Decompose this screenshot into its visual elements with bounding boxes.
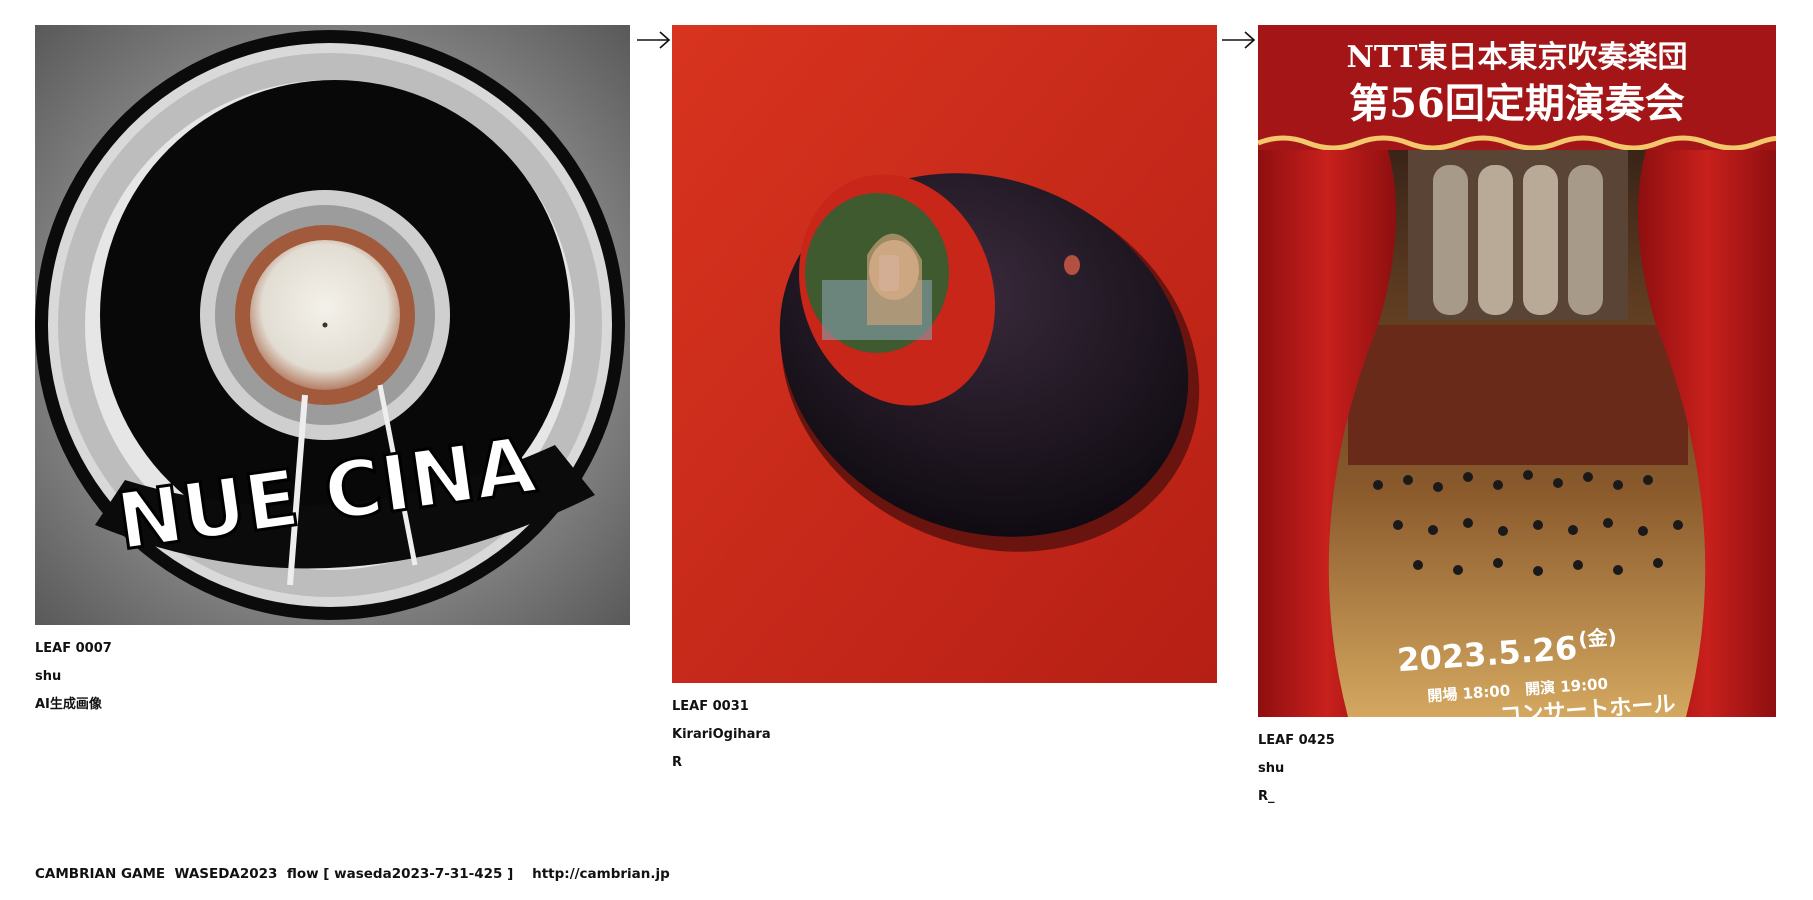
leaf-author[interactable]: shu [35, 663, 630, 691]
leaf-card[interactable]: LEAF 0031 KirariOgihara R [672, 25, 1217, 777]
leaf-card[interactable]: NUE CINA LEAF 0007 shu AI生成画像 [35, 25, 630, 719]
leaf-image[interactable] [672, 25, 1217, 683]
leaf-author[interactable]: shu [1258, 755, 1776, 783]
leaf-image[interactable]: NUE CINA [35, 25, 630, 625]
leaf-image[interactable]: NTT東日本東京吹奏楽団 第56回定期演奏会 2023.5.26 (金) 開場 … [1258, 25, 1776, 717]
leaf-id: LEAF 0425 [1258, 733, 1335, 748]
footer-credits: CAMBRIAN GAME WASEDA2023 flow [ waseda20… [35, 866, 670, 882]
leaf-author[interactable]: KirariOgihara [672, 721, 1217, 749]
red-wall-photo [672, 25, 1217, 683]
concert-poster-photo: NTT東日本東京吹奏楽団 第56回定期演奏会 2023.5.26 (金) 開場 … [1258, 25, 1776, 717]
arrow-right-icon [1222, 31, 1256, 49]
leaf-id: LEAF 0007 [35, 641, 112, 656]
leaf-caption: R_ [1258, 789, 1275, 804]
leaf-caption: R [672, 755, 683, 770]
poster-title-line2: 第56回定期演奏会 [1349, 80, 1685, 127]
poster-weekday: (金) [1578, 625, 1618, 652]
arrow-right-icon [637, 31, 671, 49]
leaf-card[interactable]: NTT東日本東京吹奏楽団 第56回定期演奏会 2023.5.26 (金) 開場 … [1258, 25, 1776, 811]
leaf-id: LEAF 0031 [672, 699, 749, 714]
poster-title-line1: NTT東日本東京吹奏楽団 [1346, 40, 1687, 75]
leaf-caption: AI生成画像 [35, 697, 102, 712]
record-artwork: NUE CINA [35, 25, 630, 625]
